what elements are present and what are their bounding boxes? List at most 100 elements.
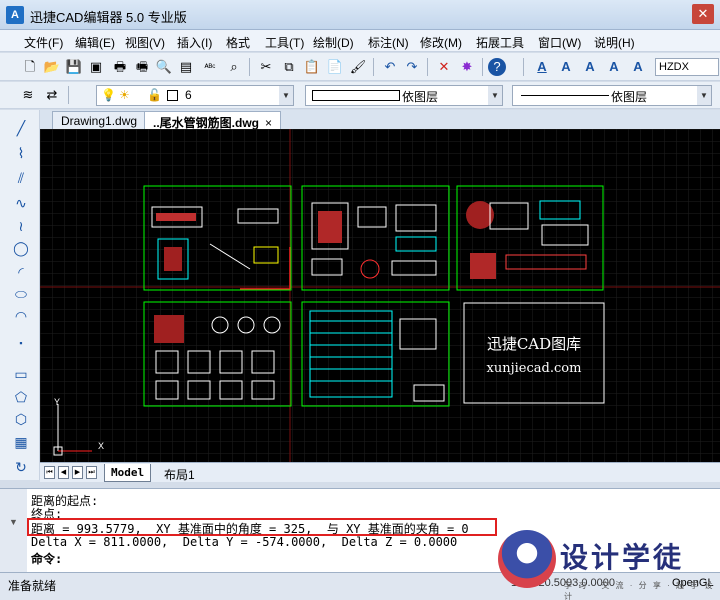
ellipse-arc-icon[interactable]: ◠: [11, 306, 31, 326]
text-style-icon[interactable]: A: [532, 57, 552, 77]
sun-icon: ☀: [119, 88, 130, 102]
explode-icon[interactable]: ✸: [457, 57, 477, 77]
circle-icon[interactable]: ◯: [11, 238, 31, 258]
spellcheck-icon[interactable]: ᴬᴮᶜ: [200, 57, 220, 77]
close-button[interactable]: ✕: [692, 4, 714, 24]
font-name-input[interactable]: [655, 58, 719, 76]
document-tabs: Drawing1.dwg ..尾水管钢筋图.dwg ×: [40, 110, 720, 130]
menu-window[interactable]: 窗口(W): [538, 34, 581, 51]
lock-icon: 🔓: [147, 88, 162, 102]
find-text-icon[interactable]: A: [604, 57, 624, 77]
paste-special-icon[interactable]: 📄: [325, 57, 345, 77]
menu-edit[interactable]: 编辑(E): [75, 34, 115, 51]
polygon-icon[interactable]: ⬠: [11, 387, 31, 407]
match-properties-icon[interactable]: 🖌: [348, 57, 368, 77]
light-bulb-icon: 💡: [101, 88, 116, 102]
line-icon[interactable]: ╱: [11, 118, 31, 138]
cad-drawing: [40, 129, 720, 462]
toolbar-separator: [249, 58, 250, 76]
arc-icon[interactable]: ◜: [11, 262, 31, 282]
copy-icon[interactable]: ⧉: [279, 57, 299, 77]
freehand-icon[interactable]: ≀: [11, 216, 31, 236]
lineweight-combo[interactable]: 依图层 ▼: [512, 85, 712, 106]
lineweight-swatch: [521, 95, 609, 96]
menu-file[interactable]: 文件(F): [24, 34, 63, 51]
toolbar-separator: [482, 58, 483, 76]
multiline-icon[interactable]: ⫽: [11, 168, 31, 188]
toolbar-separator: [373, 58, 374, 76]
menu-tools[interactable]: 工具(T): [265, 34, 304, 51]
text-scale-icon[interactable]: A: [628, 57, 648, 77]
menu-modify[interactable]: 修改(M): [420, 34, 462, 51]
app-icon: A: [6, 6, 24, 24]
menu-dimension[interactable]: 标注(N): [368, 34, 409, 51]
layer-manager-icon[interactable]: ≋: [18, 85, 38, 105]
tab-tailwater-rebar[interactable]: ..尾水管钢筋图.dwg ×: [144, 111, 282, 130]
menu-draw[interactable]: 绘制(D): [313, 34, 354, 51]
logo-subtitle: 学 习 · 交 流 · 分 享 · 起 学 设 计: [564, 581, 715, 600]
layer-combo[interactable]: 💡 ☀ 🔓 6 ▼: [96, 85, 294, 106]
draw-toolbar: ╱ ⌇ ⫽ ∿ ≀ ◯ ◜ ⬭ ◠ ▪ ▭ ⬠ ⬡ ▦ ↻: [0, 110, 40, 480]
undo-icon[interactable]: ↶: [380, 57, 400, 77]
help-icon[interactable]: ?: [488, 58, 506, 76]
next-tab-icon[interactable]: ▶: [72, 466, 83, 479]
first-tab-icon[interactable]: ⏮: [44, 466, 55, 479]
delete-icon[interactable]: ✕: [434, 57, 454, 77]
print-preview-icon[interactable]: 🖷: [132, 57, 152, 77]
find-icon[interactable]: 🔍: [154, 57, 174, 77]
spline-icon[interactable]: ∿: [11, 193, 31, 213]
publish-icon[interactable]: ▤: [176, 57, 196, 77]
point-icon[interactable]: ▪: [11, 333, 31, 353]
tab-label: Drawing1.dwg: [61, 114, 138, 128]
ellipse-icon[interactable]: ⬭: [11, 284, 31, 304]
redo-icon[interactable]: ↷: [402, 57, 422, 77]
polyline-icon[interactable]: ⌇: [11, 143, 31, 163]
chevron-down-icon[interactable]: ▼: [9, 517, 18, 527]
paste-icon[interactable]: 📋: [302, 57, 322, 77]
linetype-combo[interactable]: 依图层 ▼: [305, 85, 503, 106]
refresh-icon[interactable]: ↻: [11, 457, 31, 477]
tab-layout1[interactable]: 布局1: [158, 464, 201, 482]
toolbar-separator: [523, 58, 524, 76]
tab-label: ..尾水管钢筋图.dwg: [153, 116, 259, 130]
command-gutter: ▼: [0, 489, 27, 573]
layout-tab-bar: ⏮ ◀ ▶ ⏭ Model 布局1: [40, 462, 720, 482]
menu-help[interactable]: 说明(H): [594, 34, 635, 51]
grid-background: [40, 129, 720, 462]
layer-toolbar: ≋ ⇄ 💡 ☀ 🔓 6 ▼ 依图层 ▼ 依图层 ▼: [0, 82, 720, 109]
print-icon[interactable]: 🖶: [110, 57, 130, 77]
last-tab-icon[interactable]: ⏭: [86, 466, 97, 479]
menu-view[interactable]: 视图(V): [125, 34, 165, 51]
revision-cloud-icon[interactable]: ⬡: [11, 409, 31, 429]
prev-tab-icon[interactable]: ◀: [58, 466, 69, 479]
tab-drawing1[interactable]: Drawing1.dwg: [52, 111, 147, 129]
menu-insert[interactable]: 插入(I): [177, 34, 212, 51]
chevron-down-icon[interactable]: ▼: [279, 86, 293, 105]
command-delta-result: Delta X = 811.0000, Delta Y = -574.0000,…: [31, 535, 458, 549]
menu-extend-tools[interactable]: 拓展工具: [476, 34, 524, 51]
tab-model[interactable]: Model: [104, 464, 152, 482]
lineweight-label: 依图层: [611, 90, 648, 104]
binoculars-icon[interactable]: ⌕: [224, 57, 244, 77]
standard-toolbar: 🗋 📂 💾 ▣ 🖶 🖷 🔍 ▤ ᴬᴮᶜ ⌕ ✂ ⧉ 📋 📄 🖌 ↶ ↷ ✕ ✸ …: [0, 53, 720, 81]
rectangle-icon[interactable]: ▭: [11, 364, 31, 384]
status-text: 准备就绪: [8, 579, 57, 593]
close-icon[interactable]: ×: [265, 116, 272, 130]
chevron-down-icon[interactable]: ▼: [488, 86, 502, 105]
new-file-icon[interactable]: 🗋: [20, 57, 40, 77]
layer-previous-icon[interactable]: ⇄: [42, 85, 62, 105]
command-prompt[interactable]: 命令:: [31, 550, 62, 567]
single-line-text-icon[interactable]: A: [556, 57, 576, 77]
layer-color-swatch: [167, 90, 178, 101]
cut-icon[interactable]: ✂: [256, 57, 276, 77]
chevron-down-icon[interactable]: ▼: [697, 86, 711, 105]
save-all-icon[interactable]: ▣: [86, 57, 106, 77]
hatch-icon[interactable]: ▦: [11, 432, 31, 452]
axis-y-label: Y: [54, 397, 61, 407]
open-folder-icon[interactable]: 📂: [42, 57, 62, 77]
drawing-canvas[interactable]: 迅捷CAD图库 xunjiecad.com X Y: [40, 129, 720, 462]
save-icon[interactable]: 💾: [64, 57, 84, 77]
logo-text: 设计学徒: [560, 542, 685, 573]
menu-format[interactable]: 格式: [226, 34, 250, 51]
edit-text-icon[interactable]: A: [580, 57, 600, 77]
